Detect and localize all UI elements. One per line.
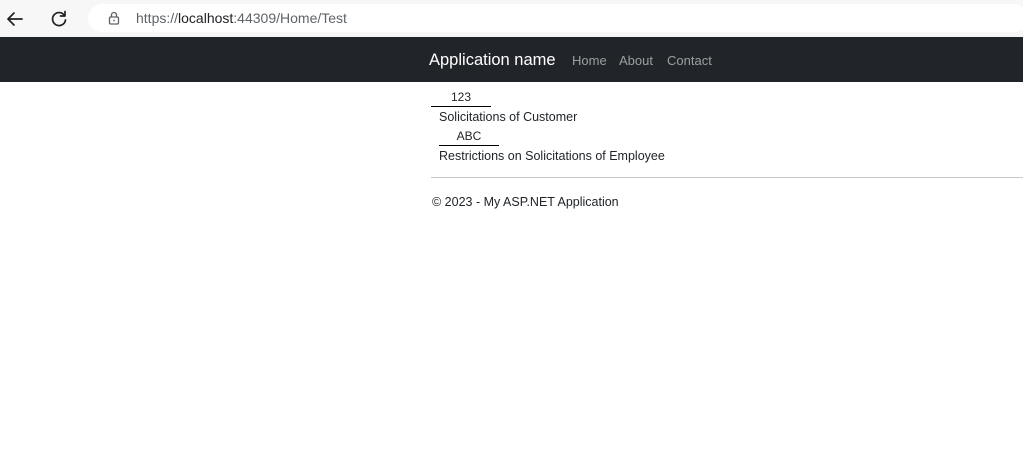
field-label-solicitations-customer: Solicitations of Customer [439,110,578,124]
site-navbar: Application name Home About Contact [0,37,1023,82]
url-host: localhost [178,10,234,26]
footer-copyright: © 2023 - My ASP.NET Application [432,195,619,209]
field-value-restrictions-employee: ABC [439,127,499,146]
lock-icon[interactable] [106,10,122,26]
address-bar[interactable]: https://localhost:44309/Home/Test [88,4,1023,32]
nav-link-contact[interactable]: Contact [667,53,712,69]
arrow-left-icon [7,12,23,26]
refresh-icon [51,10,67,27]
footer-divider [431,177,1023,178]
brand-link[interactable]: Application name [429,50,556,70]
refresh-button[interactable] [46,6,72,32]
nav-link-about[interactable]: About [619,53,653,69]
nav-link-home[interactable]: Home [572,53,607,69]
url-scheme: https:// [136,10,179,26]
back-button[interactable] [2,6,28,32]
field-value-solicitations-customer: 123 [431,88,491,107]
url-text[interactable]: https://localhost:44309/Home/Test [136,10,347,26]
url-path: :44309/Home/Test [233,10,347,26]
field-label-restrictions-employee: Restrictions on Solicitations of Employe… [439,149,665,163]
browser-toolbar: https://localhost:44309/Home/Test [0,0,1023,37]
